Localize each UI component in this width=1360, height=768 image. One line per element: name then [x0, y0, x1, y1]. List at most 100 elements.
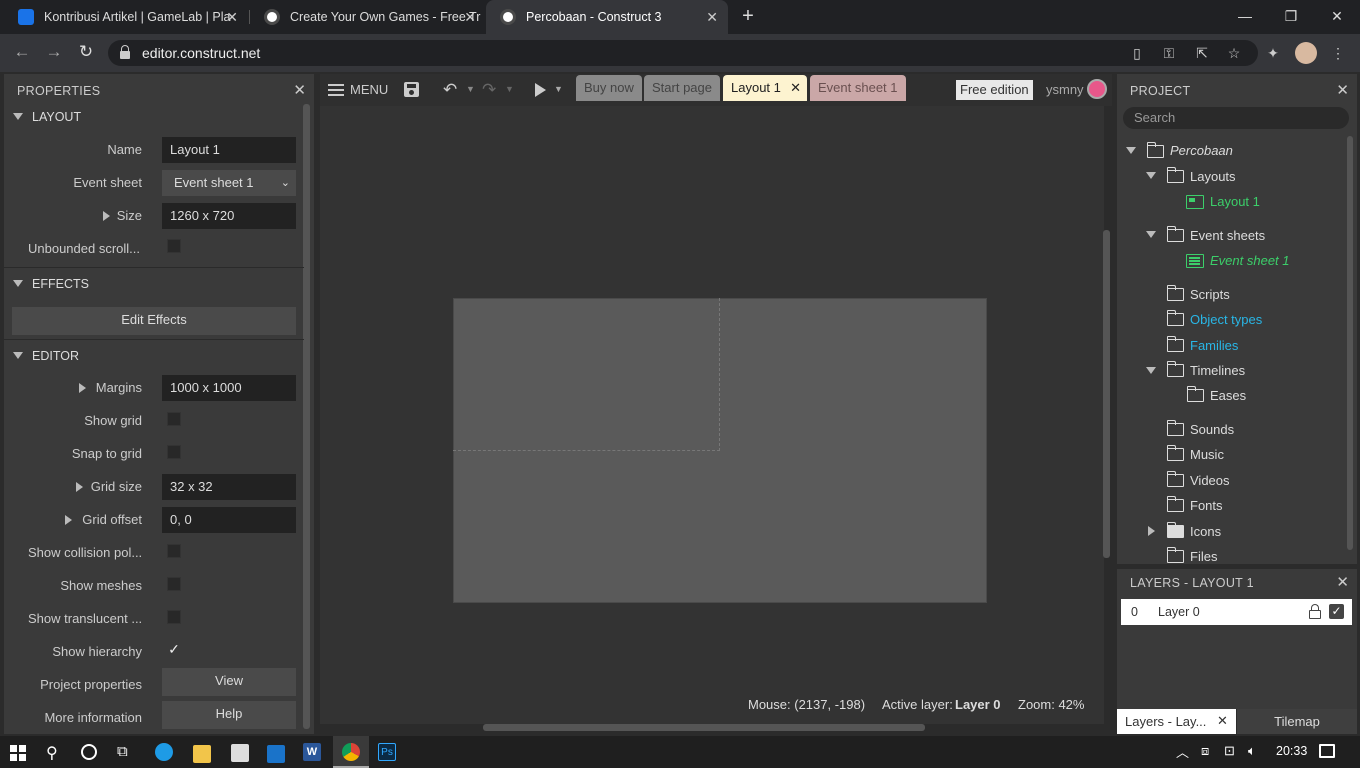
- url-text[interactable]: editor.construct.net: [142, 44, 260, 62]
- extensions-icon[interactable]: ✦: [1264, 44, 1282, 62]
- tab-event-sheet-1[interactable]: Event sheet 1: [810, 75, 906, 101]
- layer-visible-checkbox[interactable]: ✓: [1329, 604, 1344, 619]
- section-editor[interactable]: EDITOR: [4, 339, 304, 371]
- layout-horizontal-scrollbar[interactable]: [483, 724, 925, 731]
- tree-item-object-types[interactable]: Object types: [1190, 309, 1262, 331]
- expand-triangle-icon[interactable]: [76, 482, 83, 492]
- tree-item-timelines[interactable]: Timelines: [1190, 360, 1245, 382]
- snap-to-grid-checkbox[interactable]: [167, 445, 181, 459]
- save-icon[interactable]: [404, 82, 419, 97]
- free-edition-badge[interactable]: Free edition: [956, 80, 1033, 100]
- tree-item-eases[interactable]: Eases: [1210, 385, 1246, 407]
- close-project-icon[interactable]: ✕: [1336, 74, 1349, 108]
- unbounded-scroll-checkbox[interactable]: [167, 239, 181, 253]
- store-icon[interactable]: [231, 744, 249, 762]
- tree-item-videos[interactable]: Videos: [1190, 470, 1230, 492]
- tree-item-files[interactable]: Files: [1190, 546, 1217, 568]
- bottom-tab-tilemap[interactable]: Tilemap: [1237, 709, 1357, 734]
- expand-triangle-icon[interactable]: [1148, 526, 1155, 536]
- preview-dropdown-icon[interactable]: ▼: [554, 84, 563, 94]
- volume-icon[interactable]: 🔈︎: [1248, 743, 1256, 759]
- clipboard-icon[interactable]: ▯: [1128, 44, 1146, 62]
- layer-row[interactable]: 0 Layer 0 ✓: [1121, 599, 1352, 625]
- show-meshes-checkbox[interactable]: [167, 577, 181, 591]
- preview-play-icon[interactable]: [535, 83, 546, 97]
- new-tab-icon[interactable]: +: [738, 5, 758, 27]
- expand-triangle-icon[interactable]: [65, 515, 72, 525]
- profile-avatar[interactable]: [1295, 42, 1317, 64]
- bottom-tab-layers[interactable]: Layers - Lay... ✕: [1117, 709, 1236, 734]
- menu-button[interactable]: MENU: [350, 82, 388, 97]
- project-scrollbar[interactable]: [1347, 136, 1353, 550]
- browser-tab-construct-free-trial[interactable]: Create Your Own Games - Free Tr ✕: [250, 0, 486, 34]
- properties-scrollbar[interactable]: [303, 104, 310, 729]
- collapse-triangle-icon[interactable]: [1146, 172, 1156, 179]
- browser-menu-icon[interactable]: ⋮: [1329, 44, 1347, 62]
- tab-buy-now[interactable]: Buy now: [576, 75, 642, 101]
- tree-item-music[interactable]: Music: [1190, 444, 1224, 466]
- edit-effects-button[interactable]: Edit Effects: [12, 307, 296, 335]
- minimize-icon[interactable]: —: [1222, 0, 1268, 32]
- file-explorer-icon[interactable]: [193, 745, 211, 763]
- size-input[interactable]: 1260 x 720: [162, 203, 296, 229]
- show-collision-checkbox[interactable]: [167, 544, 181, 558]
- chrome-taskbar-active[interactable]: [333, 736, 369, 768]
- tree-item-icons[interactable]: Icons: [1190, 521, 1221, 543]
- tree-item-scripts[interactable]: Scripts: [1190, 284, 1230, 306]
- restore-icon[interactable]: ❐: [1268, 0, 1314, 32]
- collapse-triangle-icon[interactable]: [1146, 367, 1156, 374]
- close-tab-icon[interactable]: ✕: [226, 0, 238, 34]
- close-tab-icon[interactable]: ✕: [706, 0, 718, 34]
- username[interactable]: ysmny: [1046, 82, 1084, 97]
- collapse-triangle-icon[interactable]: [1146, 231, 1156, 238]
- close-tab-icon[interactable]: ✕: [464, 0, 476, 34]
- close-layers-icon[interactable]: ✕: [1336, 569, 1349, 597]
- margins-input[interactable]: 1000 x 1000: [162, 375, 296, 401]
- tab-layout-1[interactable]: Layout 1 ✕: [723, 75, 807, 101]
- expand-triangle-icon[interactable]: [103, 211, 110, 221]
- tab-start-page[interactable]: Start page: [644, 75, 720, 101]
- tree-item-families[interactable]: Families: [1190, 335, 1238, 357]
- reload-icon[interactable]: ↻: [75, 41, 97, 63]
- undo-icon[interactable]: ↶: [443, 80, 457, 100]
- notifications-icon[interactable]: [1319, 744, 1335, 758]
- event-sheet-select[interactable]: Event sheet 1 ⌄: [162, 170, 296, 196]
- expand-triangle-icon[interactable]: [79, 383, 86, 393]
- layout-vertical-scrollbar[interactable]: [1103, 230, 1110, 558]
- network-icon[interactable]: ⊡: [1224, 743, 1235, 759]
- tree-item-event-sheets[interactable]: Event sheets: [1190, 225, 1265, 247]
- collapse-triangle-icon[interactable]: [1126, 147, 1136, 154]
- unlock-icon[interactable]: [1309, 604, 1321, 619]
- undo-dropdown-icon[interactable]: ▼: [466, 84, 475, 94]
- view-button[interactable]: View: [162, 668, 296, 696]
- key-icon[interactable]: ⚿: [1160, 44, 1178, 62]
- show-translucent-checkbox[interactable]: [167, 610, 181, 624]
- edge-icon[interactable]: [155, 743, 173, 761]
- show-grid-checkbox[interactable]: [167, 412, 181, 426]
- tree-root-percobaan[interactable]: Percobaan: [1170, 140, 1233, 162]
- search-icon[interactable]: ⚲: [46, 743, 58, 763]
- mail-icon[interactable]: [267, 745, 285, 763]
- bookmark-star-icon[interactable]: ☆: [1225, 44, 1243, 62]
- cortana-icon[interactable]: [81, 744, 97, 760]
- tray-device-icon[interactable]: ⧈: [1201, 743, 1209, 759]
- show-hierarchy-checkbox-checked[interactable]: ✓: [167, 642, 181, 657]
- forward-icon[interactable]: →: [43, 41, 65, 63]
- browser-tab-gamelab[interactable]: Kontribusi Artikel | GameLab | Pla ✕: [4, 0, 248, 34]
- tree-item-fonts[interactable]: Fonts: [1190, 495, 1223, 517]
- word-icon[interactable]: W: [303, 743, 321, 761]
- omnibox[interactable]: [108, 40, 1258, 66]
- user-avatar[interactable]: [1087, 79, 1107, 99]
- close-tab-icon[interactable]: ✕: [790, 75, 801, 101]
- back-icon[interactable]: ←: [11, 41, 33, 63]
- project-search-input[interactable]: Search: [1123, 107, 1349, 129]
- name-input[interactable]: Layout 1: [162, 137, 296, 163]
- photoshop-icon[interactable]: Ps: [378, 743, 396, 761]
- task-view-icon[interactable]: ⧉: [117, 743, 128, 760]
- close-window-icon[interactable]: ✕: [1314, 0, 1360, 32]
- tree-item-layouts[interactable]: Layouts: [1190, 166, 1236, 188]
- taskbar-clock[interactable]: 20:33: [1276, 744, 1307, 758]
- section-layout[interactable]: LAYOUT: [0, 101, 300, 133]
- browser-tab-percobaan[interactable]: Percobaan - Construct 3 ✕: [486, 0, 728, 34]
- grid-size-input[interactable]: 32 x 32: [162, 474, 296, 500]
